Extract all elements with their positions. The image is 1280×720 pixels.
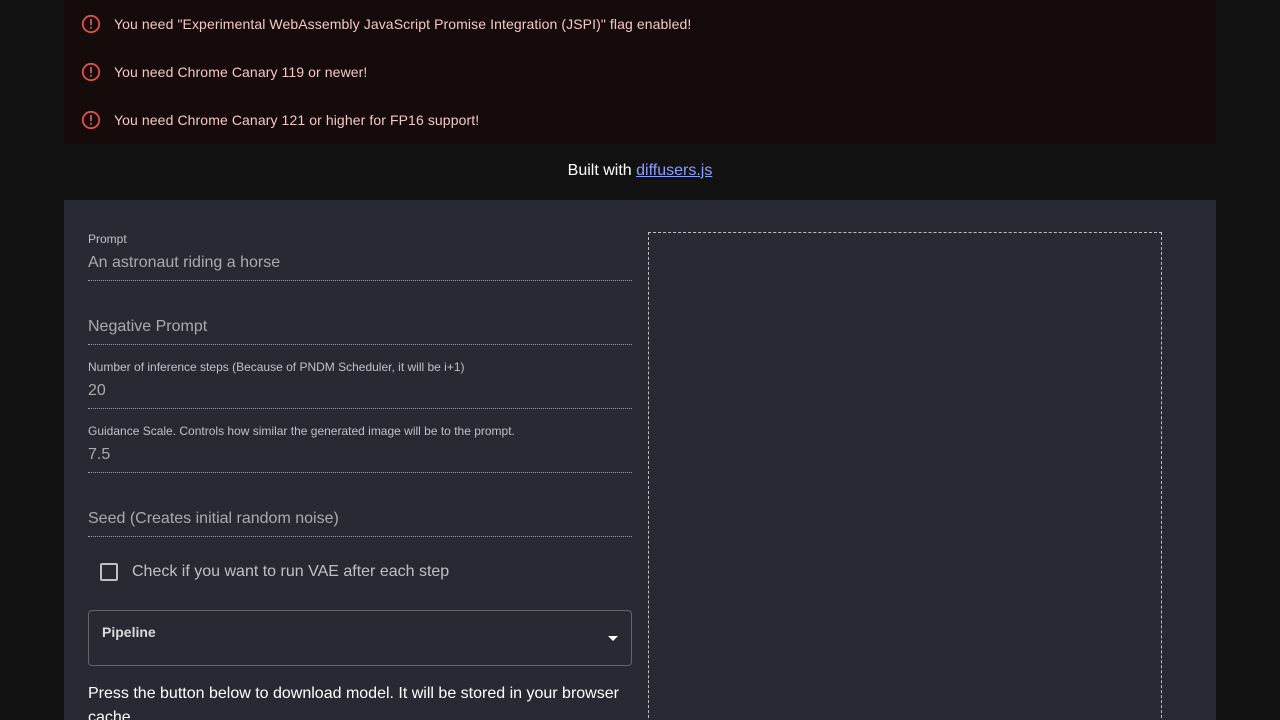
steps-field[interactable]: Number of inference steps (Because of PN… [88, 360, 632, 409]
seed-input[interactable]: Seed (Creates initial random noise) [88, 510, 339, 528]
negative-prompt-field[interactable]: Negative Prompt [88, 296, 632, 345]
vae-checkbox-label[interactable]: Check if you want to run VAE after each … [132, 563, 449, 581]
alert-jspi: You need "Experimental WebAssembly JavaS… [80, 12, 1200, 36]
guidance-input[interactable]: 7.5 [88, 446, 110, 464]
page: You need "Experimental WebAssembly JavaS… [0, 0, 1280, 720]
steps-label: Number of inference steps (Because of PN… [88, 360, 465, 374]
image-output-canvas [648, 232, 1162, 720]
built-with-text: Built with [567, 162, 632, 179]
seed-field[interactable]: Seed (Creates initial random noise) [88, 488, 632, 537]
error-icon [80, 109, 102, 131]
alert-message: You need "Experimental WebAssembly JavaS… [114, 16, 692, 32]
alerts-panel: You need "Experimental WebAssembly JavaS… [64, 0, 1216, 144]
steps-input[interactable]: 20 [88, 382, 106, 400]
vae-checkbox-row[interactable]: Check if you want to run VAE after each … [88, 560, 632, 584]
prompt-label: Prompt [88, 232, 127, 246]
guidance-label: Guidance Scale. Controls how similar the… [88, 424, 515, 438]
negative-prompt-input[interactable]: Negative Prompt [88, 318, 207, 336]
alert-message: You need Chrome Canary 119 or newer! [114, 64, 368, 80]
alert-canary-119: You need Chrome Canary 119 or newer! [80, 60, 1200, 84]
error-icon [80, 13, 102, 35]
pipeline-label: Pipeline [102, 624, 156, 640]
pipeline-select[interactable]: Pipeline [88, 610, 632, 666]
prompt-field[interactable]: Prompt An astronaut riding a horse [88, 232, 632, 281]
prompt-input[interactable]: An astronaut riding a horse [88, 254, 280, 272]
main-panel: Prompt An astronaut riding a horse Negat… [64, 200, 1216, 720]
alert-canary-121: You need Chrome Canary 121 or higher for… [80, 108, 1200, 132]
diffusers-link[interactable]: diffusers.js [636, 162, 712, 179]
vae-checkbox[interactable] [100, 563, 118, 581]
guidance-field[interactable]: Guidance Scale. Controls how similar the… [88, 424, 632, 473]
dropdown-arrow-icon[interactable] [608, 636, 618, 641]
built-with: Built with diffusers.js [64, 159, 1216, 183]
download-instructions: Press the button below to download model… [88, 685, 619, 720]
error-icon [80, 61, 102, 83]
alert-message: You need Chrome Canary 121 or higher for… [114, 112, 480, 128]
